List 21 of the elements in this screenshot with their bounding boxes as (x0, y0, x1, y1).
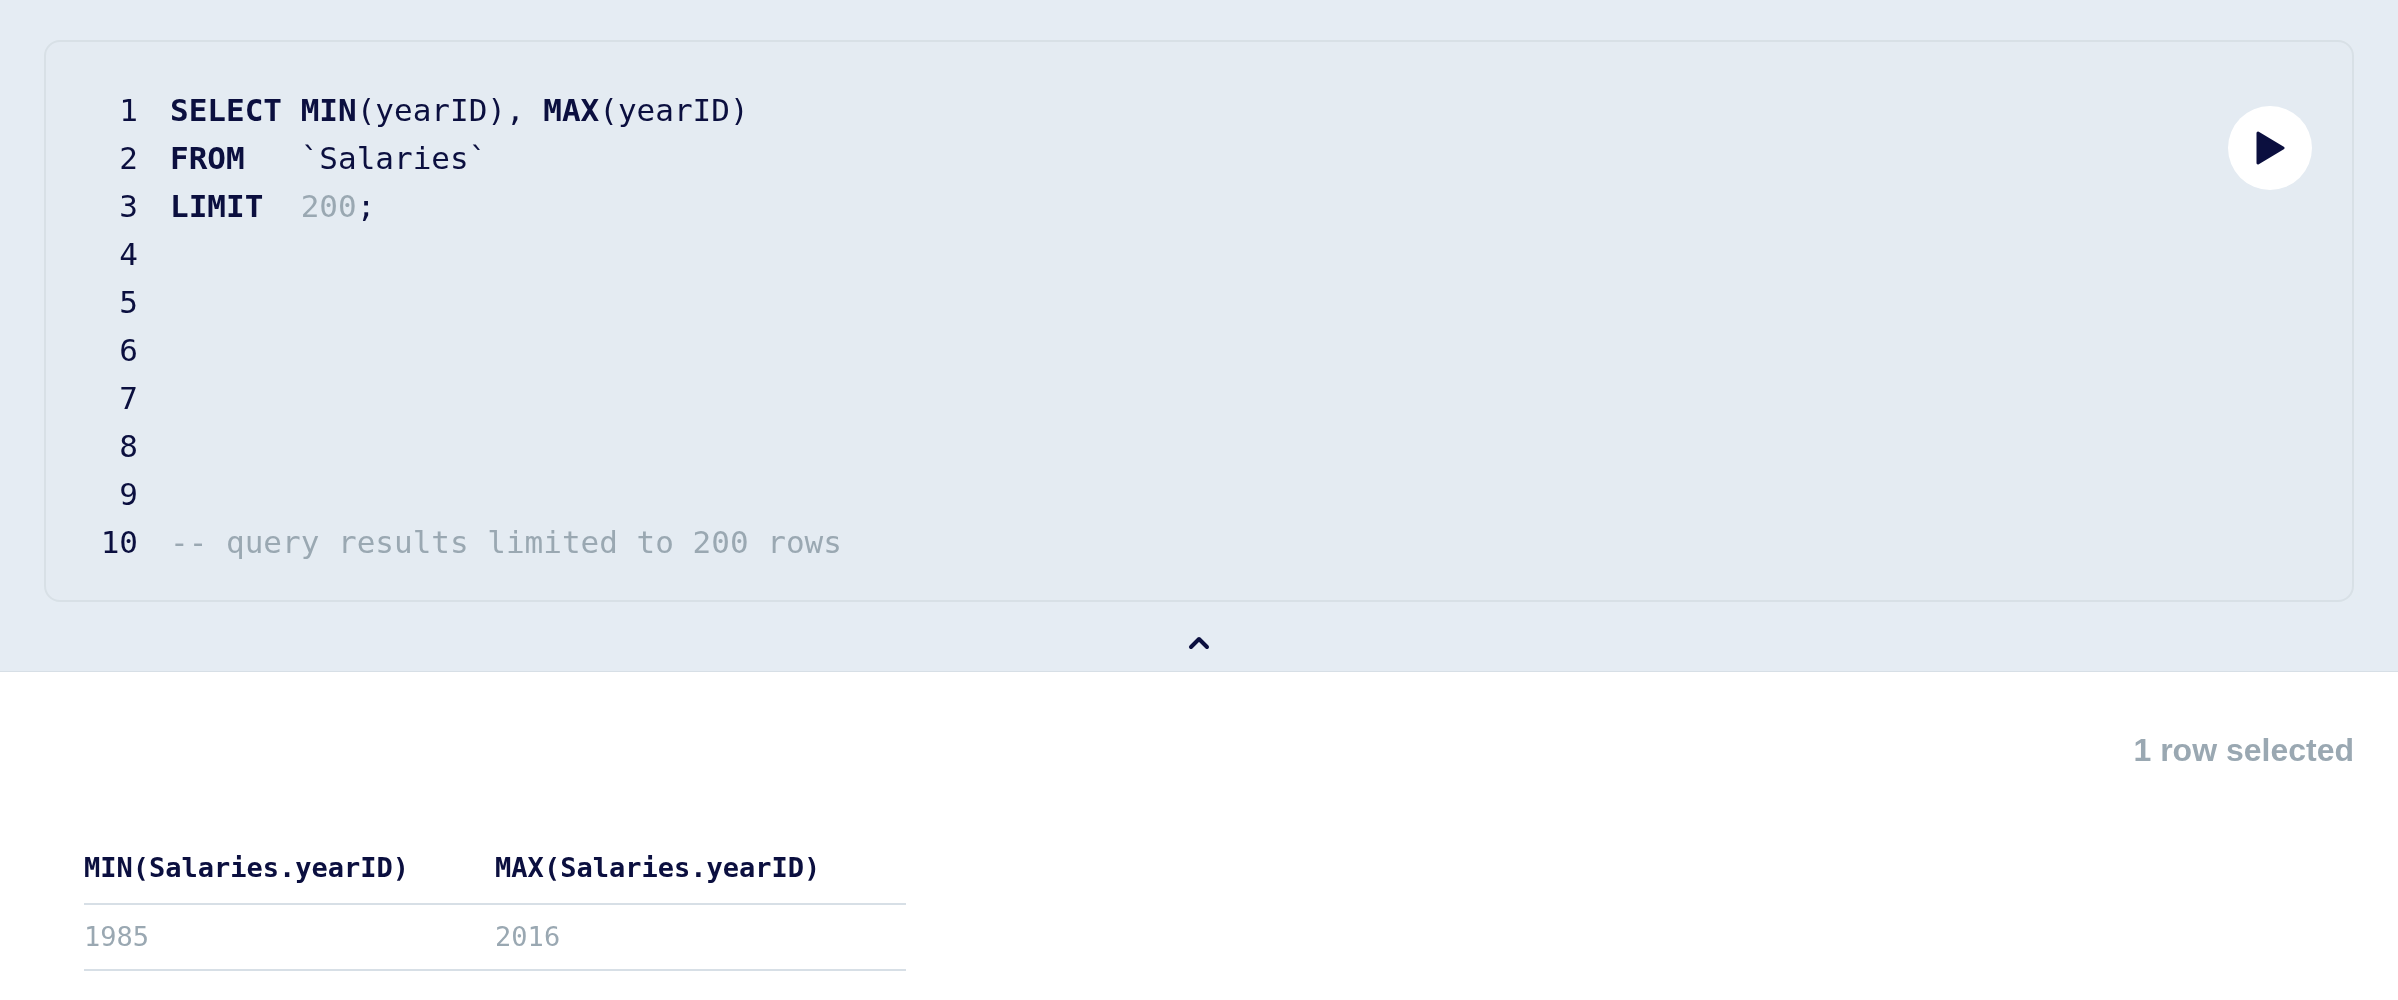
line-number: 2 (118, 138, 138, 178)
table-cell: 2016 (495, 903, 907, 970)
line-number: 6 (118, 330, 138, 370)
play-icon (2255, 131, 2285, 165)
line-number: 10 (99, 522, 138, 562)
line-number: 5 (118, 282, 138, 322)
line-number: 9 (118, 474, 138, 514)
line-number: 4 (118, 234, 138, 274)
line-number: 8 (118, 426, 138, 466)
code-line: -- query results limited to 200 rows (170, 522, 842, 562)
line-number: 1 (118, 90, 138, 130)
row-count: 1 row selected (2133, 731, 2354, 770)
code-line: FROM `Salaries` (170, 138, 488, 178)
chevron-up-icon (1188, 636, 1210, 650)
code-line: SELECT MIN(yearID), MAX(yearID) (170, 90, 749, 130)
column-header: MAX(Salaries.yearID) (495, 848, 907, 904)
code-line: LIMIT 200; (170, 186, 376, 226)
line-number: 3 (118, 186, 138, 226)
line-number: 7 (118, 378, 138, 418)
column-header: MIN(Salaries.yearID) (84, 848, 496, 904)
table-cell: 1985 (84, 903, 496, 970)
